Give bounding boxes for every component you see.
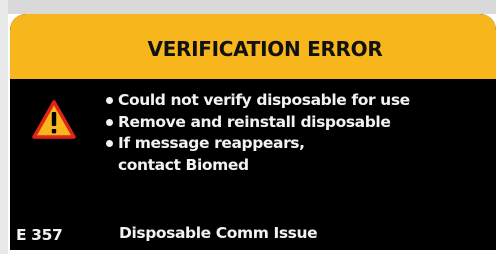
error-code: E 357: [16, 226, 63, 244]
dialog-header: VERIFICATION ERROR: [10, 14, 496, 79]
dialog-title: VERIFICATION ERROR: [147, 36, 383, 61]
message-item: Could not verify disposable for use: [104, 90, 478, 112]
dialog-footer: E 357 Disposable Comm Issue: [10, 220, 496, 250]
bullet: [106, 97, 113, 104]
message-text: Could not verify disposable for use: [118, 91, 410, 109]
bullet: [106, 118, 113, 126]
background-left-edge: [0, 0, 8, 254]
verification-error-dialog: VERIFICATION ERROR Could not verify disp…: [10, 14, 496, 250]
error-description: Disposable Comm Issue: [119, 224, 318, 242]
message-list: Could not verify disposable for use Remo…: [104, 90, 478, 176]
message-item: Remove and reinstall disposable: [104, 112, 478, 134]
warning-triangle-icon: [32, 100, 76, 139]
message-text: If message reappears, contact Biomed: [118, 134, 305, 174]
message-text: Remove and reinstall disposable: [118, 112, 391, 131]
background-top-edge: [0, 0, 496, 14]
screen: VERIFICATION ERROR Could not verify disp…: [0, 0, 496, 254]
message-item: If message reappears, contact Biomed: [104, 133, 338, 176]
bullet: [106, 140, 113, 147]
